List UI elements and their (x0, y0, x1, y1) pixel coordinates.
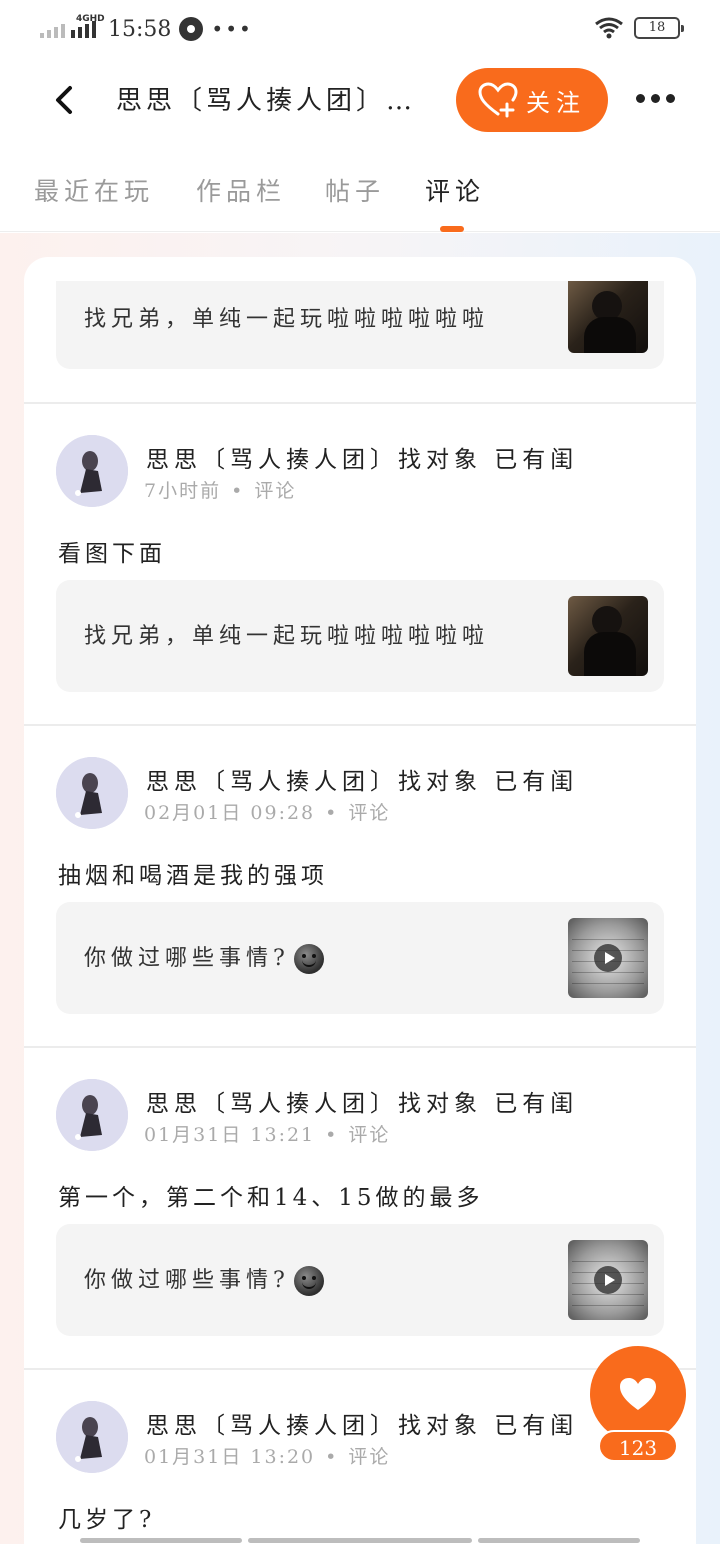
avatar[interactable] (56, 1401, 128, 1473)
comment-type: 评论 (348, 1124, 391, 1146)
author-name[interactable]: 思思〔骂人揍人团〕找对象 已有闺 (146, 440, 578, 474)
comment-type: 评论 (348, 1446, 391, 1468)
scroll-indicator (80, 1538, 242, 1543)
post-thumbnail (568, 596, 648, 676)
comment-text: 几岁了? (58, 1507, 156, 1533)
comment-item[interactable]: 思思〔骂人揍人团〕找对象 已有闺 02月01日 09:28 • 评论 抽烟和喝酒是我… (24, 726, 696, 1048)
follow-label: 关注 (526, 88, 586, 117)
comment-time: 02月01日 09:28 (144, 802, 316, 824)
tab-works[interactable]: 作品栏 (196, 172, 286, 208)
smiley-emoji-icon (293, 944, 324, 974)
quoted-post-text: 找兄弟，单纯一起玩啦啦啦啦啦啦 (84, 307, 490, 332)
profile-header: 思思〔骂人揍人团〕… 关注 (0, 58, 720, 142)
video-thumbnail (568, 918, 648, 998)
video-thumbnail (568, 1240, 648, 1320)
comment-time: 01月31日 13:20 (144, 1446, 316, 1468)
follow-button[interactable]: 关注 (456, 68, 608, 132)
post-thumbnail (568, 281, 648, 353)
comment-feed: 找兄弟，单纯一起玩啦啦啦啦啦啦 思思〔骂人揍人团〕找对象 已有闺 7小时前 • 评论… (24, 257, 696, 1544)
comment-type: 评论 (348, 802, 391, 824)
comment-time: 7小时前 (144, 480, 222, 502)
avatar[interactable] (56, 1079, 128, 1151)
comment-type: 评论 (254, 480, 297, 502)
comment-text: 第一个，第二个和14、15做的最多 (58, 1185, 484, 1211)
quoted-post-card[interactable]: 你做过哪些事情? (56, 902, 664, 1014)
tab-posts[interactable]: 帖子 (325, 172, 385, 208)
comment-text: 看图下面 (58, 541, 166, 567)
avatar[interactable] (56, 435, 128, 507)
quoted-post-text: 找兄弟，单纯一起玩啦啦啦啦啦啦 (84, 624, 490, 649)
quoted-post-card[interactable]: 找兄弟，单纯一起玩啦啦啦啦啦啦 (56, 281, 664, 369)
scroll-indicator (478, 1538, 640, 1543)
battery-level: 18 (648, 20, 666, 35)
page-title: 思思〔骂人揍人团〕… (116, 86, 417, 116)
tab-comments[interactable]: 评论 (425, 172, 485, 208)
comment-item[interactable]: 思思〔骂人揍人团〕找对象 已有闺 7小时前 • 评论 看图下面 找兄弟，单纯一起玩啦… (24, 404, 696, 726)
notification-dots: ••• (211, 17, 253, 41)
quoted-post-card[interactable]: 你做过哪些事情? (56, 1224, 664, 1336)
tab-recently-played[interactable]: 最近在玩 (34, 172, 154, 208)
fan-icon (179, 17, 204, 41)
signal-weak-icon (40, 20, 65, 38)
more-options-icon[interactable] (636, 94, 675, 103)
active-tab-indicator (440, 226, 464, 232)
network-type: 4GHD (76, 14, 105, 24)
play-icon (594, 1266, 622, 1294)
quoted-post-text: 你做过哪些事情? (84, 1262, 324, 1296)
avatar[interactable] (56, 757, 128, 829)
like-count: 123 (598, 1430, 678, 1462)
comment-meta: 01月31日 13:20 • 评论 (144, 1446, 391, 1468)
play-icon (594, 944, 622, 972)
battery-icon: 18 (634, 17, 684, 39)
comment-item[interactable]: 思思〔骂人揍人团〕找对象 已有闺 01月31日 13:21 • 评论 第一个，第二个… (24, 1048, 696, 1370)
author-name[interactable]: 思思〔骂人揍人团〕找对象 已有闺 (146, 762, 578, 796)
comment-meta: 01月31日 13:21 • 评论 (144, 1124, 391, 1146)
clock: 15:58 (108, 16, 172, 42)
like-button[interactable] (590, 1346, 686, 1442)
author-name[interactable]: 思思〔骂人揍人团〕找对象 已有闺 (146, 1084, 578, 1118)
smiley-emoji-icon (293, 1266, 324, 1296)
comment-item[interactable]: 找兄弟，单纯一起玩啦啦啦啦啦啦 (24, 257, 696, 404)
quoted-post-card[interactable]: 找兄弟，单纯一起玩啦啦啦啦啦啦 (56, 580, 664, 692)
profile-tabs: 最近在玩 作品栏 帖子 评论 (0, 160, 720, 232)
comment-meta: 02月01日 09:28 • 评论 (144, 802, 391, 824)
back-arrow-icon[interactable] (50, 82, 78, 118)
comment-time: 01月31日 13:21 (144, 1124, 316, 1146)
quoted-post-text: 你做过哪些事情? (84, 940, 324, 974)
author-name[interactable]: 思思〔骂人揍人团〕找对象 已有闺 (146, 1406, 578, 1440)
comment-meta: 7小时前 • 评论 (144, 480, 297, 502)
heart-icon (620, 1378, 656, 1410)
heart-plus-icon (478, 82, 518, 118)
wifi-icon (595, 17, 623, 39)
comment-text: 抽烟和喝酒是我的强项 (58, 863, 328, 889)
scroll-indicator (248, 1538, 472, 1543)
status-bar: 4GHD 15:58 ••• 18 (0, 0, 720, 58)
